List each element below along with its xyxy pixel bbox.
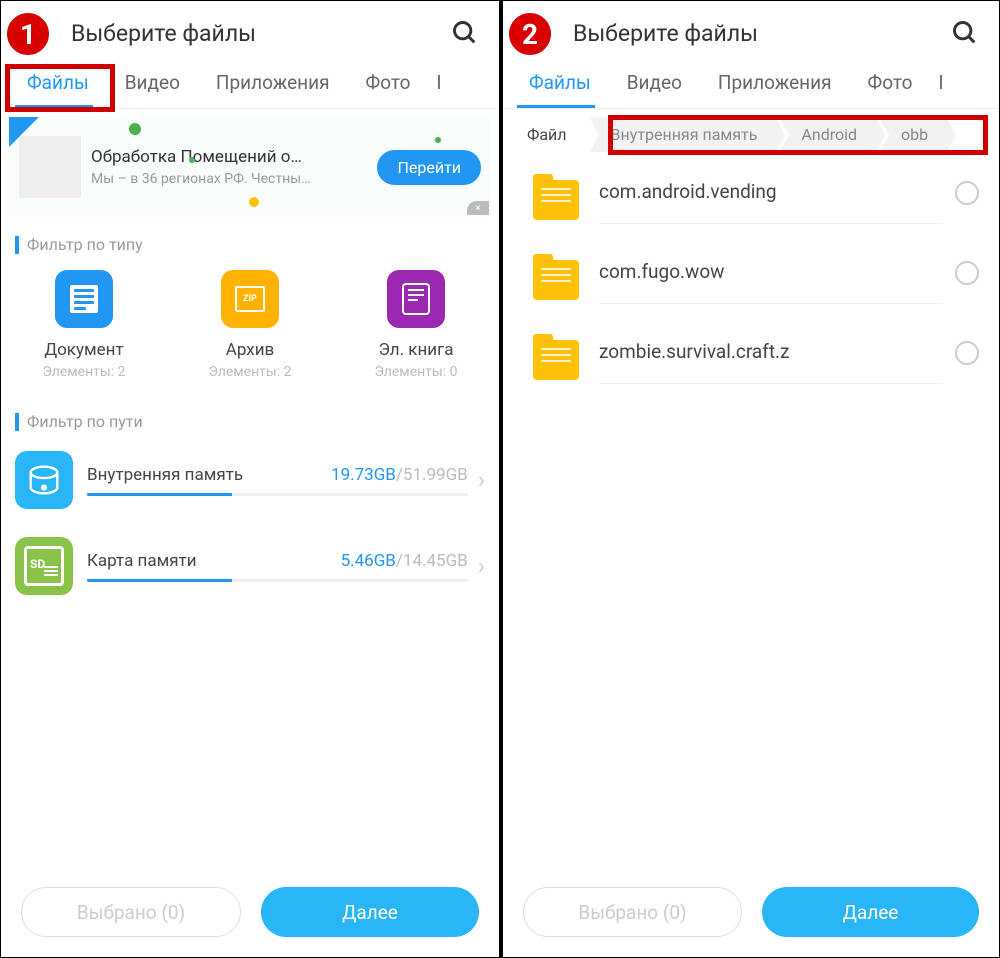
screen-2: 2 Выберите файлы Файлы Видео Приложения … xyxy=(500,0,1000,958)
folder-row[interactable]: zombie.survival.craft.z xyxy=(503,320,999,400)
ad-go-button[interactable]: Перейти xyxy=(377,150,481,185)
folder-row[interactable]: com.android.vending xyxy=(503,160,999,240)
tab-more[interactable]: I xyxy=(930,57,944,108)
chevron-right-icon: › xyxy=(478,552,485,580)
type-label: Архив xyxy=(175,340,325,360)
ad-title: Обработка Помещений о… xyxy=(91,147,377,167)
folder-name: com.fugo.wow xyxy=(599,256,943,304)
type-filters: Документ Элементы: 2 ZIP Архив Элементы:… xyxy=(1,260,499,394)
tab-apps[interactable]: Приложения xyxy=(700,57,850,108)
tab-photo[interactable]: Фото xyxy=(348,57,429,108)
type-count: Элементы: 2 xyxy=(175,364,325,380)
type-archive[interactable]: ZIP Архив Элементы: 2 xyxy=(175,270,325,380)
tab-video[interactable]: Видео xyxy=(107,57,198,108)
tab-indicator xyxy=(15,105,93,108)
page-title: Выберите файлы xyxy=(71,20,451,47)
folder-name: com.android.vending xyxy=(599,176,943,224)
ad-subtitle: Мы – в 36 регионах РФ. Честны… xyxy=(91,171,377,187)
next-button[interactable]: Далее xyxy=(762,887,979,937)
folder-icon xyxy=(533,180,579,220)
select-radio[interactable] xyxy=(955,341,979,365)
storage-total: /51.99GB xyxy=(396,465,468,485)
tabs-bar: Файлы Видео Приложения Фото I xyxy=(503,57,999,109)
next-button[interactable]: Далее xyxy=(261,887,479,937)
storage-info: Карта памяти 5.46GB/14.45GB xyxy=(87,551,468,582)
screen-1: 1 Выберите файлы Файлы Видео Приложения … xyxy=(0,0,500,958)
step-badge-1: 1 xyxy=(5,11,51,57)
storage-bar xyxy=(87,493,468,496)
type-count: Элементы: 0 xyxy=(341,364,491,380)
folder-name: zombie.survival.craft.z xyxy=(599,336,943,384)
ad-close-icon[interactable]: × xyxy=(467,201,489,215)
archive-icon: ZIP xyxy=(221,270,279,328)
select-radio[interactable] xyxy=(955,261,979,285)
folder-icon xyxy=(533,340,579,380)
folder-icon xyxy=(533,260,579,300)
section-filter-path: Фильтр по пути xyxy=(1,394,499,437)
storage-info: Внутренняя память 19.73GB/51.99GB xyxy=(87,465,468,496)
crumb-internal[interactable]: Внутренняя память xyxy=(589,117,776,152)
storage-sd[interactable]: SD Карта памяти 5.46GB/14.45GB › xyxy=(1,523,499,609)
storage-total: /14.45GB xyxy=(396,551,468,571)
search-icon[interactable] xyxy=(451,19,479,47)
ad-ribbon-icon xyxy=(9,117,39,147)
type-ebook[interactable]: Эл. книга Элементы: 0 xyxy=(341,270,491,380)
tabs-bar: Файлы Видео Приложения Фото I xyxy=(1,57,499,109)
storage-internal[interactable]: Внутренняя память 19.73GB/51.99GB › xyxy=(1,437,499,523)
page-title: Выберите файлы xyxy=(573,20,951,47)
section-filter-type: Фильтр по типу xyxy=(1,217,499,260)
tab-video[interactable]: Видео xyxy=(609,57,700,108)
header: Выберите файлы xyxy=(503,1,999,57)
footer: Выбрано (0) Далее xyxy=(1,873,499,957)
search-icon[interactable] xyxy=(951,19,979,47)
step-badge-2: 2 xyxy=(507,11,553,57)
storage-name: Внутренняя память xyxy=(87,465,243,485)
type-count: Элементы: 2 xyxy=(9,364,159,380)
tab-more[interactable]: I xyxy=(428,57,442,108)
document-icon xyxy=(55,270,113,328)
storage-used: 5.46GB xyxy=(341,551,396,571)
tab-apps[interactable]: Приложения xyxy=(198,57,348,108)
tab-files[interactable]: Файлы xyxy=(9,57,107,108)
select-radio[interactable] xyxy=(955,181,979,205)
crumb-obb[interactable]: obb xyxy=(879,117,946,152)
tab-indicator xyxy=(517,105,595,108)
sd-card-icon: SD xyxy=(15,537,73,595)
ebook-icon xyxy=(387,270,445,328)
selected-button[interactable]: Выбрано (0) xyxy=(21,887,241,937)
type-label: Эл. книга xyxy=(341,340,491,360)
storage-name: Карта памяти xyxy=(87,551,197,571)
breadcrumb: Файл Внутренняя память Android obb xyxy=(503,109,999,160)
storage-used: 19.73GB xyxy=(331,465,396,485)
tab-files[interactable]: Файлы xyxy=(511,57,609,108)
selected-button[interactable]: Выбрано (0) xyxy=(523,887,742,937)
chevron-right-icon: › xyxy=(478,466,485,494)
type-label: Документ xyxy=(9,340,159,360)
crumb-android[interactable]: Android xyxy=(779,117,875,152)
folder-row[interactable]: com.fugo.wow xyxy=(503,240,999,320)
ad-text: Обработка Помещений о… Мы – в 36 региона… xyxy=(91,147,377,187)
crumb-root[interactable]: Файл xyxy=(513,117,585,152)
footer: Выбрано (0) Далее xyxy=(503,873,999,957)
storage-bar xyxy=(87,579,468,582)
tab-photo[interactable]: Фото xyxy=(850,57,931,108)
header: Выберите файлы xyxy=(1,1,499,57)
ad-banner[interactable]: Обработка Помещений о… Мы – в 36 региона… xyxy=(9,117,491,217)
disk-icon xyxy=(15,451,73,509)
type-document[interactable]: Документ Элементы: 2 xyxy=(9,270,159,380)
